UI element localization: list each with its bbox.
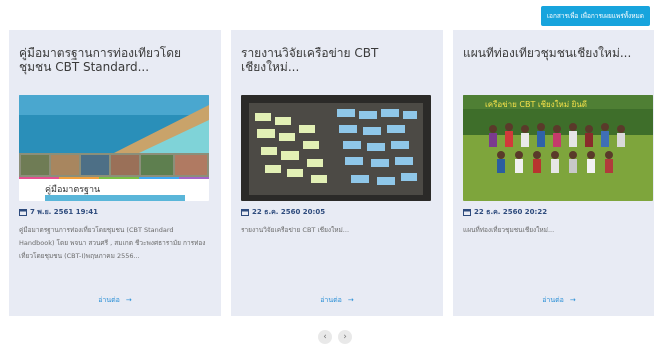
carousel-pager: ‹ › bbox=[318, 330, 352, 344]
card-excerpt: รายงานวิจัยเครือข่าย CBT เชียงใหม่... bbox=[241, 226, 350, 234]
card-date: 22 ธ.ค. 2560 20:22 bbox=[463, 206, 654, 218]
calendar-icon bbox=[241, 208, 249, 216]
chevron-left-icon: ‹ bbox=[323, 332, 327, 342]
card-excerpt: คู่มือมาตรฐานการท่องเที่ยวโดยชุมชน (CBT … bbox=[19, 226, 206, 260]
handbook-cover-image: คู่มือมาตรฐาน bbox=[19, 95, 209, 201]
document-card-1[interactable]: คู่มือมาตรฐานการท่องเที่ยวโดยชุมชน CBT S… bbox=[9, 30, 221, 316]
document-card-3[interactable]: แผนที่ท่องเที่ยวชุมชนเชียงใหม่... เครือข… bbox=[453, 30, 654, 316]
card-thumbnail-handbook[interactable]: คู่มือมาตรฐาน bbox=[19, 95, 209, 201]
card-excerpt: แผนที่ท่องเที่ยวชุมชนเชียงใหม่... bbox=[463, 226, 555, 234]
card-thumbnail-map[interactable]: เครือข่าย CBT เชียงใหม่ ยินดี bbox=[463, 95, 653, 201]
card-thumbnail-research[interactable] bbox=[241, 95, 431, 201]
card-date: 7 พ.ย. 2561 19:41 bbox=[19, 206, 211, 218]
document-card-2[interactable]: รายงานวิจัยเครือข่าย CBT เชียงใหม่... 22… bbox=[231, 30, 443, 316]
next-button[interactable]: › bbox=[338, 330, 352, 344]
all-documents-button[interactable]: เอกสารเพื่อ เพื่อการเผยแพร่ทั้งหมด bbox=[540, 6, 650, 26]
arrow-right-icon: → bbox=[347, 296, 354, 304]
card-title[interactable]: รายงานวิจัยเครือข่าย CBT เชียงใหม่... bbox=[241, 46, 433, 78]
read-more-link[interactable]: อ่านต่อ → bbox=[9, 295, 221, 306]
read-more-link[interactable]: อ่านต่อ → bbox=[231, 295, 443, 306]
card-date: 22 ธ.ค. 2560 20:05 bbox=[241, 206, 433, 218]
svg-text:เครือข่าย CBT เชียงใหม่ ยินดี: เครือข่าย CBT เชียงใหม่ ยินดี bbox=[485, 100, 587, 109]
read-more-link[interactable]: อ่านต่อ → bbox=[453, 295, 654, 306]
prev-button[interactable]: ‹ bbox=[318, 330, 332, 344]
calendar-icon bbox=[19, 208, 27, 216]
svg-text:คู่มือมาตรฐาน: คู่มือมาตรฐาน bbox=[45, 184, 100, 195]
sticky-notes-board-image bbox=[241, 95, 431, 201]
calendar-icon bbox=[463, 208, 471, 216]
arrow-right-icon: → bbox=[569, 296, 576, 304]
arrow-right-icon: → bbox=[125, 296, 132, 304]
card-title[interactable]: แผนที่ท่องเที่ยวชุมชนเชียงใหม่... bbox=[463, 46, 654, 78]
card-title[interactable]: คู่มือมาตรฐานการท่องเที่ยวโดยชุมชน CBT S… bbox=[19, 46, 211, 78]
group-photo-image: เครือข่าย CBT เชียงใหม่ ยินดี bbox=[463, 95, 653, 201]
chevron-right-icon: › bbox=[343, 332, 347, 342]
